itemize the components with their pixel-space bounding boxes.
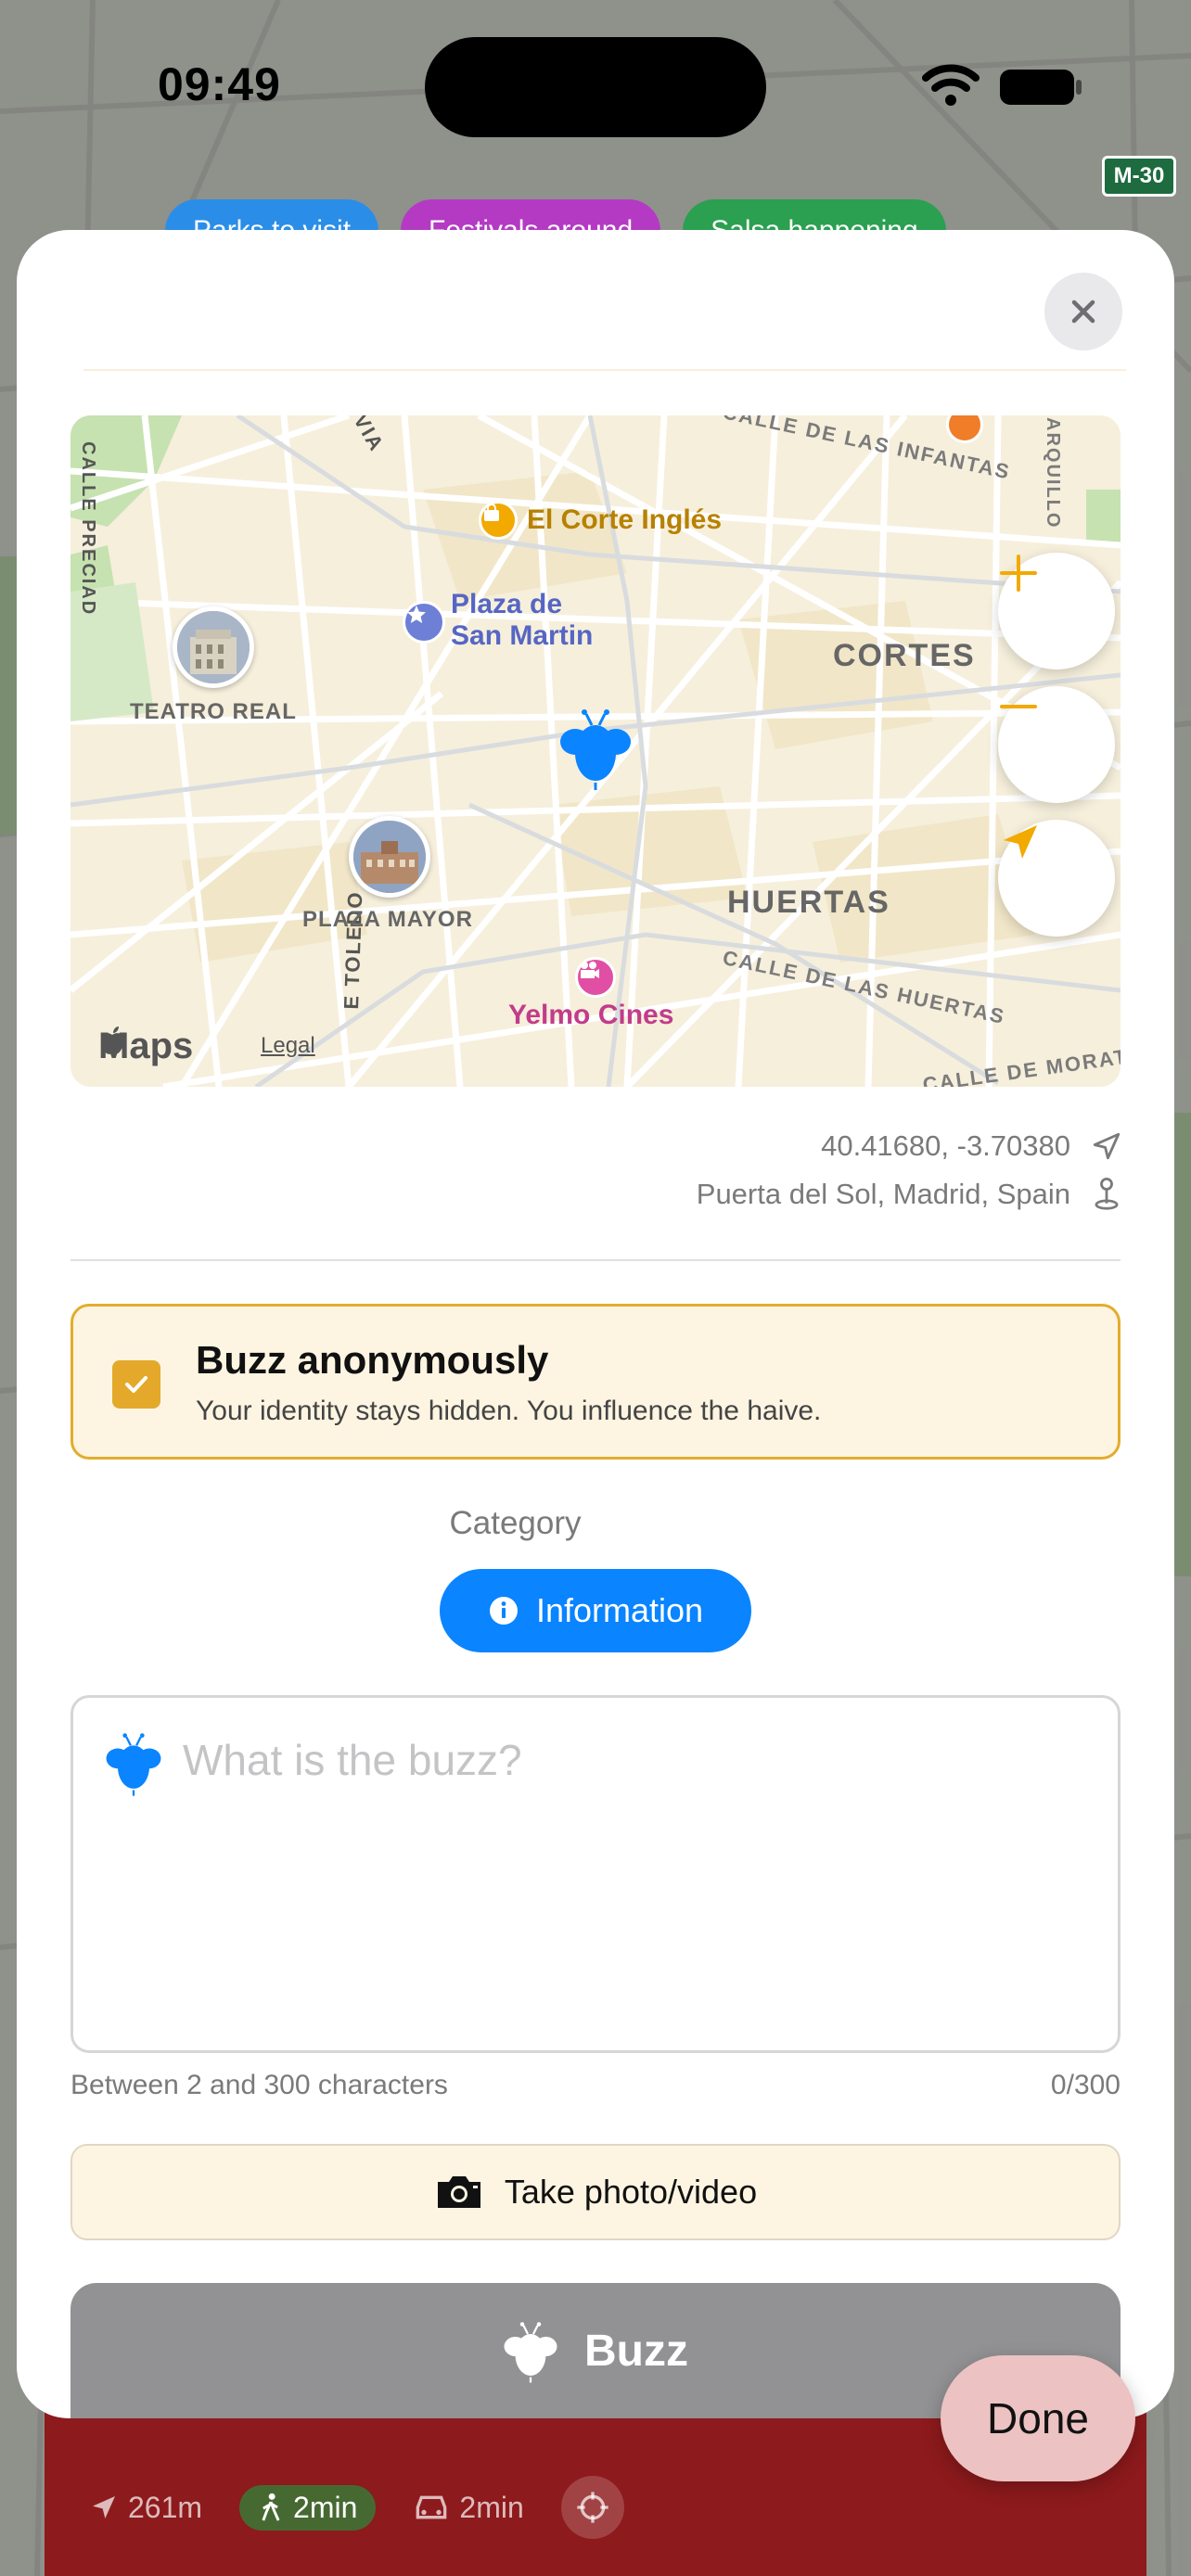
location-divider [70,1259,1121,1261]
zoom-out-button[interactable] [998,686,1115,803]
coordinates-text: 40.41680, -3.70380 [821,1129,1070,1162]
teatro-real-photo-pin[interactable] [173,606,254,688]
character-hint: Between 2 and 300 characters [70,2070,448,2100]
poi-plaza-de[interactable]: Plaza de [451,590,562,619]
character-count: 0/300 [1050,2070,1121,2100]
shopping-bag-icon[interactable] [479,501,518,540]
category-selector-button[interactable]: Information [440,1569,751,1652]
category-label: Category [449,1505,582,1541]
buzz-button-label: Buzz [584,2326,688,2376]
status-bar: 09:49 [0,0,1191,176]
plaza-mayor-photo-pin[interactable] [349,816,430,898]
buzz-message-input[interactable]: What is the buzz? [70,1695,1121,2053]
dynamic-island [425,37,766,137]
district-huertas: HUERTAS [727,885,890,920]
close-icon [1071,300,1095,324]
poi-teatro-real[interactable]: TEATRO REAL [130,699,297,725]
street-label-arquillo: ARQUILLO [1043,417,1063,529]
anonymous-title: Buzz anonymously [196,1338,549,1382]
map-pin-icon [1095,1178,1119,1210]
address-row: Puerta del Sol, Madrid, Spain [697,1178,1122,1211]
header-divider [83,369,1126,371]
drive-stat: 2min [413,2490,524,2525]
navigation-arrow-icon [93,2496,115,2519]
status-time: 09:49 [158,58,281,110]
car-icon [416,2495,447,2519]
take-photo-label: Take photo/video [504,2173,758,2211]
camera-icon [437,2176,480,2208]
category-selected-label: Information [535,1591,704,1629]
map-legal-link[interactable]: Legal [261,1033,315,1059]
plus-icon [1000,555,1037,592]
poi-plaza-mayor[interactable]: PLAZA MAYOR [302,907,473,933]
checkmark-icon [125,1376,147,1393]
poi-yelmo-cines[interactable]: Yelmo Cines [508,1000,673,1031]
walk-stat: 2min [239,2484,377,2531]
battery-tip [1076,80,1082,95]
minus-icon [1000,705,1037,708]
anonymous-subtitle: Your identity stays hidden. You influenc… [196,1396,822,1426]
poi-el-corte-ingles[interactable]: El Corte Inglés [527,504,722,536]
take-photo-video-button[interactable]: Take photo/video [70,2144,1121,2240]
locate-target-button[interactable] [560,2476,624,2539]
battery-icon [1000,70,1074,105]
recenter-location-button[interactable] [998,820,1115,937]
walking-person-icon [262,2493,280,2521]
done-button[interactable]: Done [941,2355,1135,2481]
buzz-card-stats: 261m 2min 2min [89,2476,624,2539]
apple-logo-icon [100,1027,124,1054]
close-button[interactable] [1044,273,1122,351]
walk-time: 2min [293,2490,358,2524]
distance-stat: 261m [89,2491,202,2525]
cinema-icon[interactable] [575,957,616,998]
district-cortes: CORTES [833,638,976,673]
location-map[interactable]: CALLE DE LAS INFANTAS CALLE DE LAS HUERT… [70,415,1121,1087]
new-buzz-sheet: CALLE DE LAS INFANTAS CALLE DE LAS HUERT… [17,230,1174,2418]
drive-time: 2min [459,2490,524,2524]
poi-san-martin[interactable]: San Martin [451,621,593,651]
address-text: Puerta del Sol, Madrid, Spain [696,1178,1070,1210]
bee-icon [106,1733,161,1796]
street-label-preciados: CALLE PRECIAD [78,441,98,617]
coordinates-row: 40.41680, -3.70380 [821,1129,1122,1163]
location-arrow-outline-icon [1093,1132,1121,1160]
bee-location-pin-icon[interactable] [558,705,633,790]
star-landmark-icon[interactable] [403,601,445,644]
message-placeholder: What is the buzz? [183,1736,522,1784]
info-icon [489,1597,518,1625]
location-arrow-icon [1004,825,1037,859]
crosshair-icon [577,2492,608,2523]
wifi-icon [922,64,980,106]
bee-icon [504,2322,557,2383]
apple-maps-brand: Maps [98,1026,193,1067]
buzz-anonymously-toggle[interactable]: Buzz anonymously Your identity stays hid… [70,1304,1121,1460]
distance-value: 261m [128,2490,203,2524]
zoom-in-button[interactable] [998,553,1115,670]
anonymous-checkbox[interactable] [112,1360,160,1409]
